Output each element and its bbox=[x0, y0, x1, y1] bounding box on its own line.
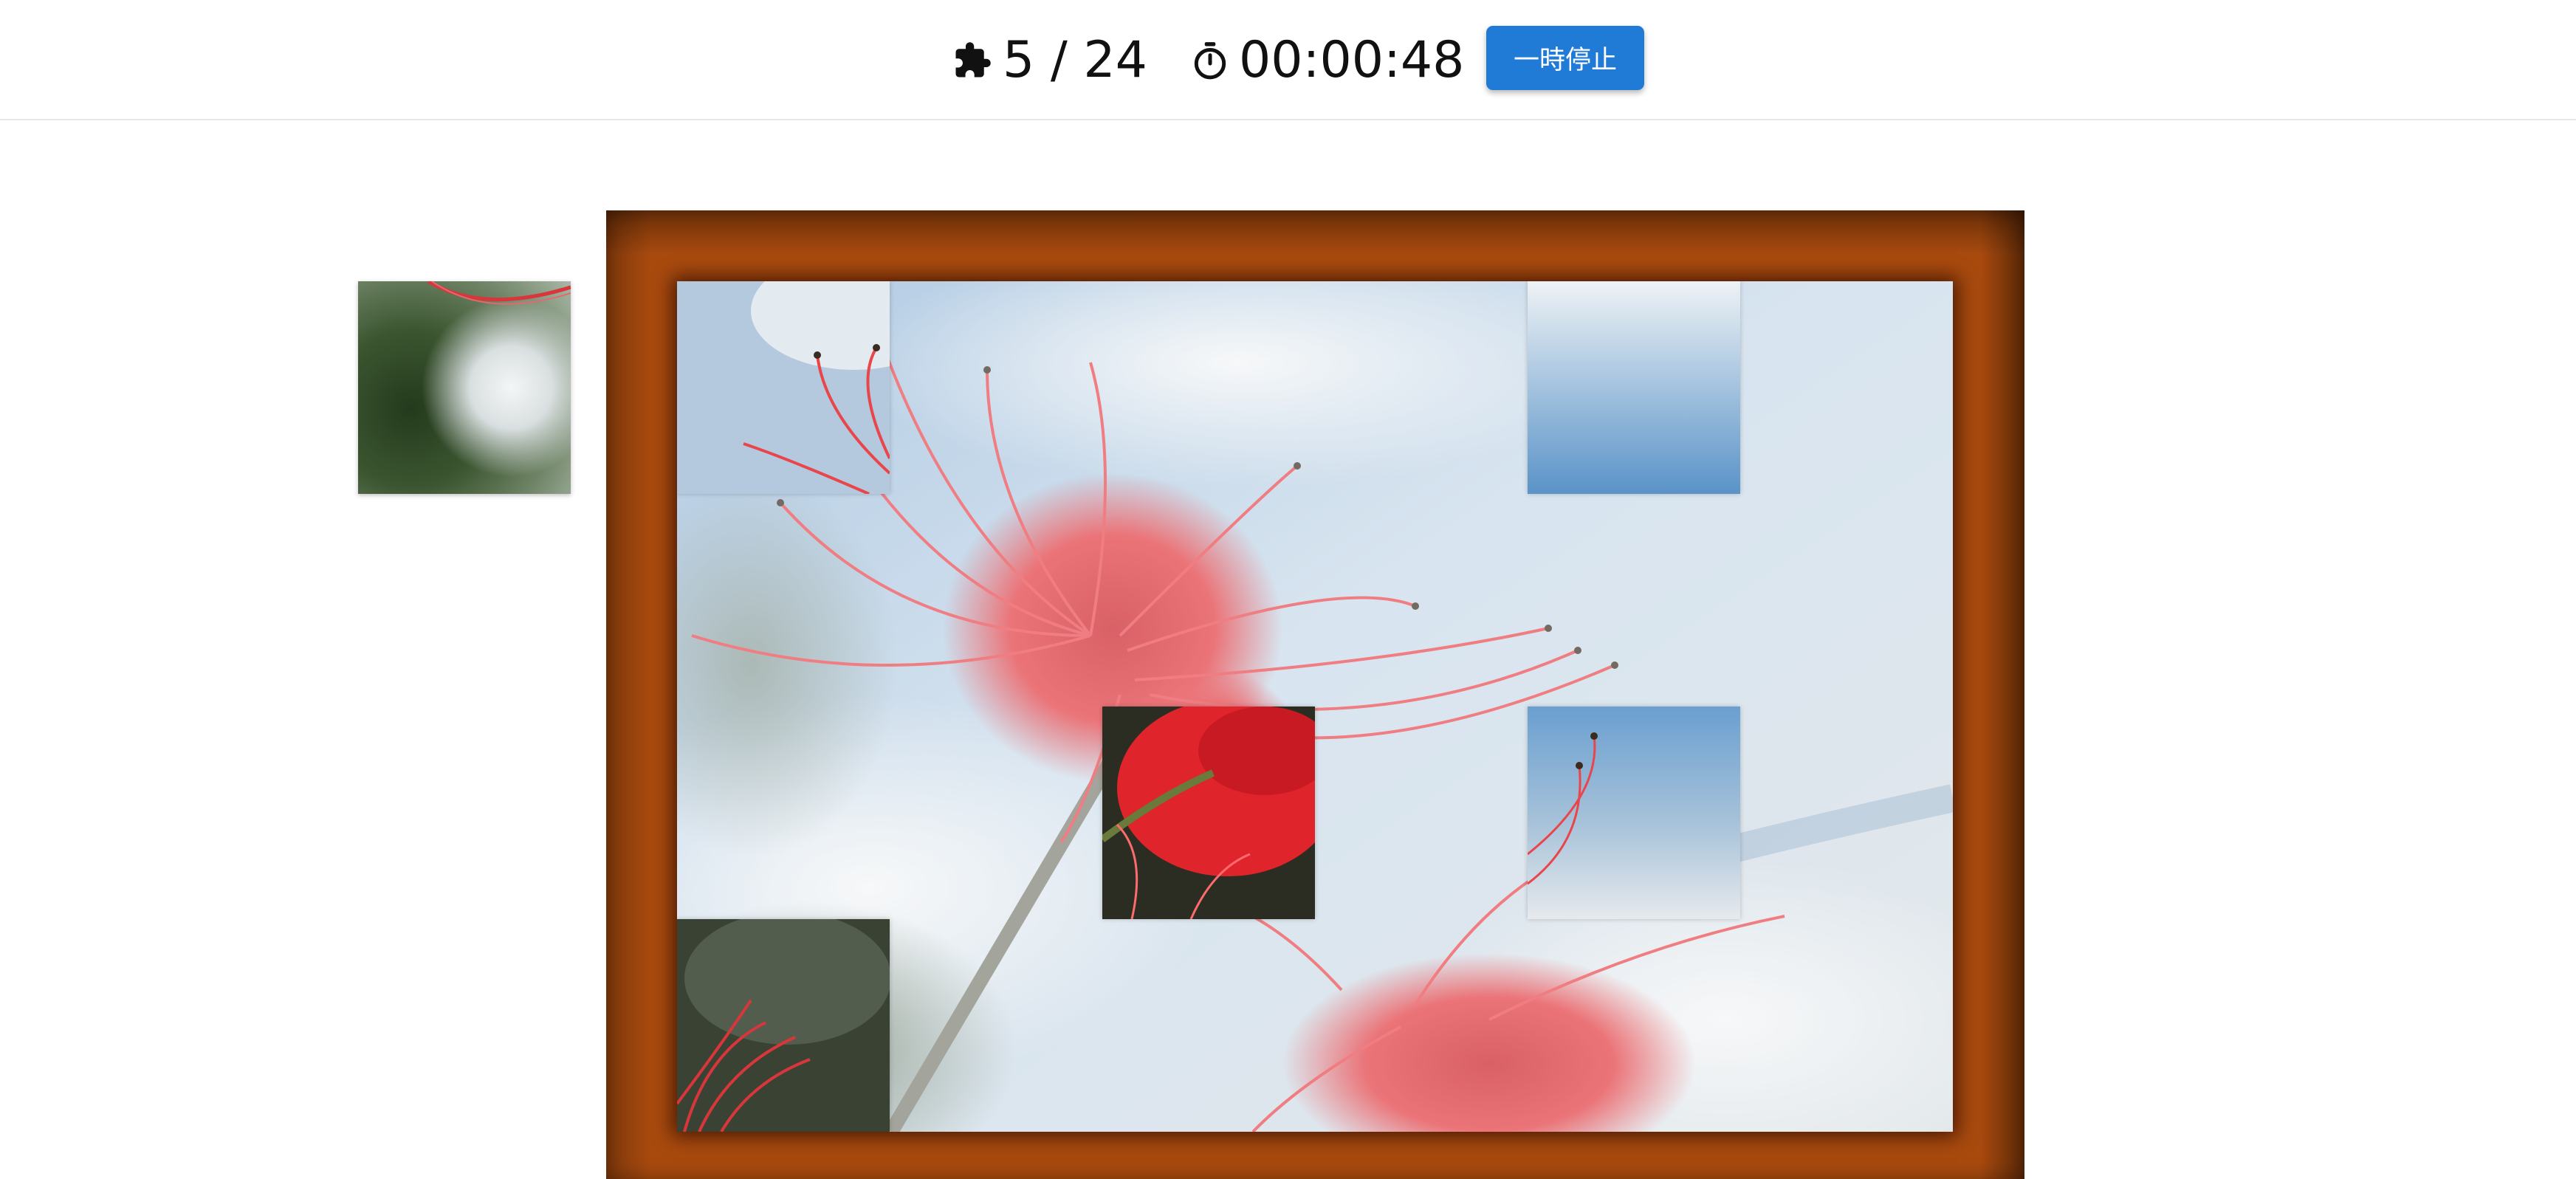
puzzle-piece-icon bbox=[955, 42, 991, 78]
stopwatch-icon bbox=[1194, 42, 1226, 80]
placed-piece-row3-col5[interactable] bbox=[1528, 707, 1740, 919]
placed-piece-row3-col3[interactable] bbox=[1102, 707, 1315, 919]
timer-text: 00:00:48 bbox=[1239, 31, 1465, 89]
placed-piece-row1-col1[interactable] bbox=[677, 281, 890, 494]
placed-piece-row1-col5[interactable] bbox=[1528, 281, 1740, 494]
top-bar: 5 / 24 00:00:48 一時停止 bbox=[0, 0, 2576, 120]
puzzle-board[interactable] bbox=[677, 281, 1953, 1132]
timer: 00:00:48 bbox=[1192, 35, 1464, 86]
piece-counter-text: 5 / 24 bbox=[1003, 31, 1147, 89]
loose-puzzle-piece[interactable] bbox=[358, 281, 571, 494]
placed-piece-row4-col1[interactable] bbox=[677, 919, 890, 1132]
piece-counter: 5 / 24 bbox=[952, 35, 1147, 86]
pause-button[interactable]: 一時停止 bbox=[1486, 26, 1644, 90]
loose-piece-image bbox=[427, 281, 571, 305]
